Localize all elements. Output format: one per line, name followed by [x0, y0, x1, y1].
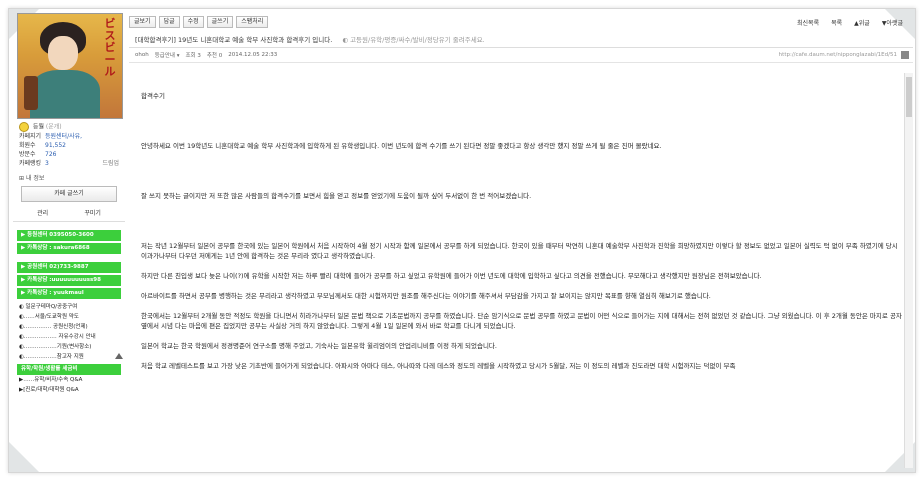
profile-value[interactable]: 3 — [45, 159, 49, 168]
post-likes: 추천 0 — [206, 53, 223, 59]
profile-row: 회원수 91,552 — [19, 141, 119, 150]
post-url[interactable]: http://cafe.daum.net/nipponglazabi/1Ed/5… — [779, 52, 897, 58]
sidebar-banner[interactable]: ▶ 카톡상담 :uuuuuuuuuss98 — [17, 275, 121, 286]
sidebar-menu-item[interactable]: ▶[진로/대학/대학원 Q&A — [13, 385, 125, 395]
cafe-logo-poster[interactable]: ビスビール — [17, 13, 123, 119]
post-grade[interactable]: 등급안내 ▾ — [155, 51, 180, 59]
my-info-link[interactable]: ⊞ 내 정보 — [13, 171, 125, 184]
cafe-profile: 등월 (운개) 카페지기 등원센터/사유, 회원수 91,552 방문수 726 카페… — [13, 119, 125, 171]
poster-dress — [30, 70, 100, 118]
admin-link-manage[interactable]: 관리 — [37, 208, 48, 217]
prev-post-link[interactable]: ▲위글 — [854, 18, 870, 27]
content-paragraph: 안녕하세요 이번 19학년도 니혼대학교 예술 학부 사진학과에 입학하게 된 … — [141, 142, 662, 150]
write-button[interactable]: 글쓰기 — [206, 16, 234, 28]
toolbar-nav: 최신목록 목록 ▲위글 ▼아랫글 — [797, 18, 913, 27]
content-paragraph: 잘 쓰지 못하는 글이지만 저 또한 많은 사람들의 합격수기를 보면서 힘을 … — [141, 192, 532, 200]
next-post-link[interactable]: ▼아랫글 — [882, 18, 903, 27]
sidebar-menu-item[interactable]: ◐…………… 공원신청(언제) — [13, 322, 125, 332]
nickname[interactable]: 등월 — [33, 124, 44, 131]
post-meta: ohoh 등급안내 ▾ 조회 3 추천 0 2014.12.05 22:33 h… — [129, 48, 913, 63]
sidebar-menu-item[interactable]: ◐………………참고자 지원 — [13, 352, 125, 362]
post-title: [대학합격후기] 19년도 니혼대학교 예술 학부 사진학과 합격후기 입니다. — [135, 36, 333, 44]
content-paragraph: 일본어 학교는 한국 학원에서 정경명준어 연구소를 명해 주었고, 기숙사는 … — [141, 342, 497, 350]
reply-button[interactable]: 답글 — [158, 16, 180, 28]
content-paragraph: 처음 학교 레벨테스트를 보고 가장 낮은 기초반에 들어가게 되었습니다. 아… — [141, 362, 736, 370]
edit-button[interactable]: 수정 — [182, 16, 204, 28]
cafe-sidebar: ビスビール 등월 (운개) 카페지기 등원센터/사유, 회원수 91,552 방문수… — [13, 13, 125, 468]
sidebar-banner[interactable]: 유학/학원/생활를 세금비 — [17, 364, 121, 375]
nickname-row: 등월 (운개) — [19, 122, 119, 132]
profile-row: 카페랭킹 3 드림업 — [19, 159, 119, 168]
post-content: 합격수기 안녕하세요 이번 19학년도 니혼대학교 예술 학부 사진학과에 입학… — [129, 63, 913, 371]
scrollbar-thumb[interactable] — [906, 77, 912, 117]
content-paragraph: 아르바이트를 하면서 공부를 병행하는 것은 무리라고 생각하였고 부모님께서도… — [141, 292, 711, 300]
view-button[interactable]: 글보기 — [129, 16, 156, 28]
post-tags: ◐ 고등원/유학/평증/싸수/발비/정당유기 줄려주세요. — [342, 36, 485, 44]
profile-key: 카페지기 — [19, 133, 42, 140]
poster-text: ビスビール — [104, 17, 116, 78]
sidebar-banner[interactable]: ▶ 카톡상담 : yuukmaul — [17, 288, 121, 299]
profile-key: 방문수 — [19, 151, 36, 158]
vertical-scrollbar[interactable] — [904, 73, 913, 468]
article-area: 글보기 답글 수정 글쓰기 스팸처리 최신목록 목록 ▲위글 ▼아랫글 [대학합… — [129, 13, 913, 468]
sidebar-banner[interactable]: ▶ 공원센터 02)733-9887 — [17, 262, 121, 273]
spam-button[interactable]: 스팸처리 — [236, 16, 269, 28]
list-link[interactable]: 목록 — [831, 18, 842, 27]
post-date: 2014.12.05 22:33 — [228, 52, 278, 58]
profile-extra[interactable]: 드림업 — [102, 159, 119, 168]
post-title-bar: [대학합격후기] 19년도 니혼대학교 예술 학부 사진학과 합격후기 입니다.… — [129, 31, 913, 48]
page-frame: ビスビール 등월 (운개) 카페지기 등원센터/사유, 회원수 91,552 방문수… — [8, 8, 916, 473]
print-icon[interactable] — [901, 51, 909, 59]
profile-value[interactable]: 등원센터/사유, — [45, 132, 82, 141]
sidebar-menu-item[interactable]: ◐……………… 자유수강시 안내 — [13, 332, 125, 342]
sidebar-menu: ◐ 일문구테마Q/공중구여 ◐……서울/도쿄학원 약도 ◐…………… 공원신청(… — [13, 302, 125, 362]
poster-bottle — [24, 76, 38, 110]
post-views: 조회 3 — [185, 53, 201, 59]
content-paragraph: 저는 작년 12월부터 일본어 공부를 한국에 있는 일본어 학원에서 처음 시… — [141, 242, 898, 260]
smile-icon — [19, 122, 29, 132]
sidebar-menu-item[interactable]: ◐……서울/도쿄학원 약도 — [13, 312, 125, 322]
article-toolbar: 글보기 답글 수정 글쓰기 스팸처리 최신목록 목록 ▲위글 ▼아랫글 — [129, 13, 913, 31]
profile-row: 방문수 726 — [19, 150, 119, 159]
sidebar-menu-item[interactable]: ▶……유학/비자/수속 Q&A — [13, 375, 125, 385]
admin-link-decorate[interactable]: 꾸미기 — [84, 208, 101, 217]
post-tags-text: 고등원/유학/평증/싸수/발비/정당유기 줄려주세요. — [350, 36, 485, 44]
sidebar-banner[interactable]: ▶ 카톡상담 : sakura6868 — [17, 243, 121, 254]
my-info-label: 내 정보 — [25, 175, 45, 182]
scroll-up-arrow-icon[interactable] — [115, 353, 123, 359]
sidebar-banner[interactable]: ▶ 등원센터 0395050-3600 — [17, 230, 121, 241]
post-author[interactable]: ohoh — [135, 52, 149, 58]
content-paragraph: 하지만 다른 친입생 보다 늦은 나이(?)에 유학을 시작한 저는 하루 빨리… — [141, 272, 762, 280]
profile-value[interactable]: 726 — [45, 150, 56, 159]
sidebar-menu-item[interactable]: ◐ 일문구테마Q/공중구여 — [13, 302, 125, 312]
admin-links: 관리 꾸미기 — [13, 204, 125, 222]
latest-list-link[interactable]: 최신목록 — [797, 18, 819, 27]
profile-key: 회원수 — [19, 142, 36, 149]
content-paragraph: 한국에서는 12월부터 2개월 동안 적정도 학원을 다니면서 히라가나부터 일… — [141, 312, 902, 330]
nickname-tag: (운개) — [45, 123, 62, 131]
profile-value[interactable]: 91,552 — [45, 141, 66, 150]
poster-face — [48, 36, 78, 70]
profile-row: 카페지기 등원센터/사유, — [19, 132, 119, 141]
sidebar-menu-item[interactable]: ◐………………기원(변사항소) — [13, 342, 125, 352]
cafe-write-button[interactable]: 카페 글쓰기 — [21, 186, 117, 202]
profile-key: 카페랭킹 — [19, 160, 42, 167]
content-paragraph: 합격수기 — [141, 92, 165, 100]
